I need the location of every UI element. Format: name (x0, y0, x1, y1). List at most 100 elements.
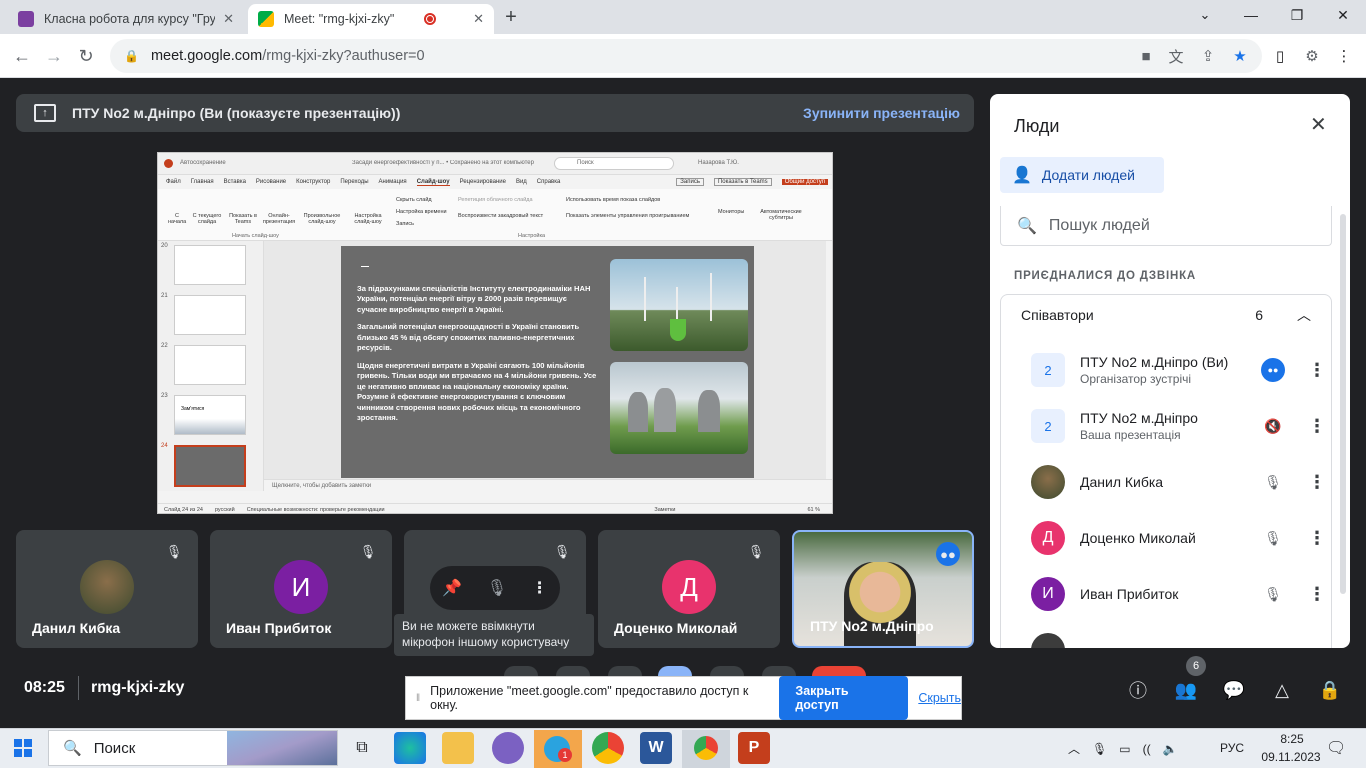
tray-date[interactable]: 09.11.2023 (1256, 750, 1326, 764)
tray-language[interactable]: РУС (1220, 741, 1244, 755)
drag-handle-icon[interactable]: ‖ (416, 693, 420, 704)
camera-icon[interactable]: ■ (1136, 46, 1156, 66)
extension-icon[interactable]: ⚙ (1302, 46, 1322, 66)
tray-volume-icon[interactable]: 🔈 (1163, 742, 1178, 756)
list-item[interactable]: Данил Кибка 🎙 ⋮ (1001, 454, 1341, 510)
meeting-details-icon[interactable]: ⓘ (1124, 676, 1152, 704)
ppt-teams-button[interactable]: Показать в Teams (713, 178, 772, 186)
ribbon-btn-timing[interactable]: Настройка времени (396, 209, 447, 215)
activities-icon[interactable]: △ (1268, 676, 1296, 704)
taskbar-search[interactable]: 🔍 Поиск (48, 730, 338, 766)
thumb-slide-24[interactable] (174, 445, 246, 487)
ribbon-btn-online[interactable]: Онлайн-презентация (262, 213, 296, 225)
status-notes[interactable]: Заметки (654, 507, 675, 513)
ppt-notes[interactable]: Щелкните, чтобы добавить заметки (264, 479, 832, 491)
share-page-icon[interactable]: ⇪ (1198, 46, 1218, 66)
list-item[interactable]: Д Доценко Миколай 🎙 ⋮ (1001, 510, 1341, 566)
tray-time[interactable]: 8:25 (1268, 732, 1316, 746)
more-options-icon[interactable]: ⋮ (1308, 414, 1326, 438)
ribbon-tab[interactable]: Файл (166, 179, 181, 185)
tray-chevron-icon[interactable]: ︿ (1068, 740, 1080, 757)
ribbon-btn-hide[interactable]: Скрыть слайд (396, 197, 432, 203)
ppt-scrollbar[interactable] (826, 241, 832, 479)
list-item[interactable]: 2 ПТУ No2 м.Дніпро Ваша презентація 🔇 ⋮ (1001, 398, 1341, 454)
ribbon-check-controls[interactable]: Показать элементы управления проигрывани… (566, 213, 689, 219)
more-options-icon[interactable]: ⋮ (1308, 582, 1326, 606)
participant-tile[interactable]: И 🎙 Иван Прибиток (210, 530, 392, 648)
control-button[interactable] (556, 666, 590, 676)
tray-wifi-icon[interactable]: (( (1143, 742, 1151, 756)
participant-tile[interactable]: Д 🎙 Доценко Миколай (598, 530, 780, 648)
powerpoint-icon[interactable]: P (738, 732, 770, 764)
ribbon-tab[interactable]: Вставка (224, 179, 246, 185)
menu-icon[interactable]: ⋮ (1334, 46, 1354, 66)
status-access[interactable]: Специальные возможности: проверьте реком… (247, 507, 385, 513)
list-item[interactable]: И Иван Прибиток 🎙 ⋮ (1001, 566, 1341, 622)
control-button[interactable] (710, 666, 744, 676)
thumb-slide-20[interactable] (174, 245, 246, 285)
panel-scrollbar[interactable] (1340, 214, 1346, 594)
viber-icon[interactable] (492, 732, 524, 764)
people-icon[interactable]: 👥 (1172, 676, 1200, 704)
chat-icon[interactable]: 💬 (1220, 676, 1248, 704)
add-people-button[interactable]: 👤 Додати людей (1000, 157, 1164, 193)
ribbon-tab[interactable]: Главная (191, 179, 214, 185)
windows-start-icon[interactable] (14, 739, 32, 757)
leave-call-button[interactable] (812, 666, 866, 676)
chevron-up-icon[interactable]: ︿ (1297, 305, 1311, 325)
ppt-search[interactable]: Поиск (554, 157, 674, 170)
control-button[interactable] (504, 666, 538, 676)
list-item[interactable] (1001, 622, 1341, 648)
present-button[interactable] (658, 666, 692, 676)
tray-battery-icon[interactable]: ▭ (1119, 742, 1130, 756)
ribbon-tab[interactable]: Справка (537, 179, 561, 185)
close-panel-icon[interactable]: ✕ (1310, 112, 1327, 137)
address-bar[interactable]: 🔒 meet.google.com/rmg-kjxi-zky?authuser=… (110, 39, 1262, 73)
edge-icon[interactable] (394, 732, 426, 764)
bookmark-star-icon[interactable]: ★ (1230, 46, 1250, 66)
control-button[interactable] (762, 666, 796, 676)
tab-search-icon[interactable]: ⌄ (1182, 0, 1228, 30)
task-view-icon[interactable]: ⧉ (346, 732, 378, 764)
list-item[interactable]: 2 ПТУ No2 м.Дніпро (Ви) Організатор зустр… (1001, 342, 1341, 398)
tab-close-icon[interactable]: ✕ (215, 11, 234, 27)
tab-close-icon[interactable]: ✕ (465, 11, 484, 27)
thumb-slide-21[interactable] (174, 295, 246, 335)
ribbon-tab[interactable]: Переходы (340, 179, 368, 185)
notification-icon[interactable]: 🗨 (1326, 738, 1346, 758)
ribbon-btn-monitors[interactable]: Мониторы (718, 209, 744, 215)
more-options-icon[interactable]: ⋮ (1308, 358, 1326, 382)
telegram-app[interactable]: 1 (534, 730, 582, 768)
status-zoom[interactable]: 61 % (807, 507, 820, 513)
ribbon-btn-captions[interactable]: Автоматические субтитры (756, 209, 806, 221)
maximize-button[interactable]: ❐ (1274, 0, 1320, 30)
ribbon-btn-custom[interactable]: Произвольное слайд-шоу (300, 213, 344, 225)
tab-classroom[interactable]: Класна робота для курсу "Груп ✕ (8, 4, 244, 34)
participant-tile[interactable]: 🎙 Данил Кибка (16, 530, 198, 648)
word-icon[interactable]: W (640, 732, 672, 764)
chrome-active-app[interactable] (682, 730, 730, 768)
more-options-icon[interactable]: ⋮ (532, 578, 548, 598)
ribbon-btn-teams[interactable]: Показать в Teams (228, 213, 258, 225)
file-explorer-icon[interactable] (442, 732, 474, 764)
ribbon-tab[interactable]: Конструктор (296, 179, 330, 185)
ppt-record-button[interactable]: Запись (676, 178, 704, 186)
tray-mic-icon[interactable]: 🎙 (1092, 742, 1107, 756)
translate-icon[interactable]: 文 (1166, 46, 1186, 66)
ppt-share-button[interactable]: Общий доступ (781, 179, 828, 185)
back-icon[interactable]: ← (8, 42, 36, 70)
more-options-icon[interactable]: ⋮ (1308, 470, 1326, 494)
ribbon-tab[interactable]: Вид (516, 179, 527, 185)
ribbon-btn-from-start[interactable]: С начала (168, 213, 186, 225)
minimize-button[interactable]: — (1228, 0, 1274, 30)
thumb-slide-22[interactable] (174, 345, 246, 385)
thumb-slide-23[interactable]: Зам'ятися (174, 395, 246, 435)
control-button[interactable] (608, 666, 642, 676)
forward-icon[interactable]: → (40, 42, 68, 70)
tab-meet[interactable]: Meet: "rmg-kjxi-zky" ✕ (248, 4, 494, 34)
hide-notice-link[interactable]: Скрыть (918, 691, 961, 705)
ribbon-tab[interactable]: Анимация (379, 179, 407, 185)
ribbon-tab[interactable]: Рецензирование (460, 179, 506, 185)
ribbon-btn-setup[interactable]: Настройка слайд-шоу (352, 213, 384, 225)
contributors-group[interactable]: Співавтори 6 ︿ (1000, 294, 1332, 334)
